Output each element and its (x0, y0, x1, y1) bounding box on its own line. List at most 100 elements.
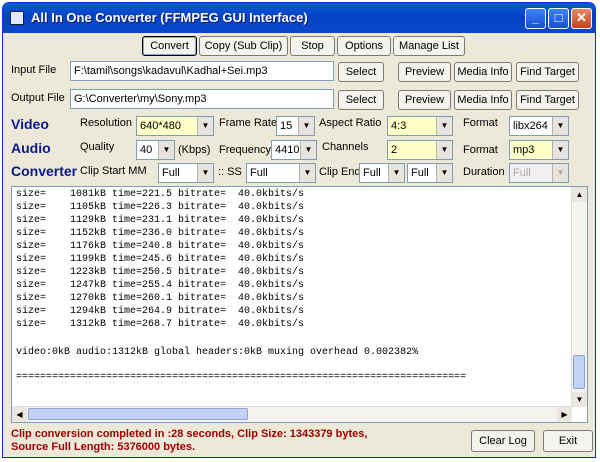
status-line-2: Source Full Length: 5376000 bytes. (11, 441, 196, 453)
channels-value: 2 (391, 144, 398, 156)
status-message: Clip conversion completed in :28 seconds… (11, 428, 483, 454)
scroll-up-icon[interactable]: ▲ (572, 187, 587, 202)
input-media-info-button[interactable]: Media Info (454, 62, 512, 82)
frequency-label: Frequency (219, 144, 271, 156)
log-line: size= 1081kB time=221.5 bitrate= 40.0kbi… (16, 189, 305, 200)
clip-start-mm-select[interactable]: Full ▼ (158, 163, 214, 183)
clip-end-mm-select[interactable]: Full ▼ (359, 163, 405, 183)
input-file-field[interactable]: F:\tamil\songs\kadavul\Kadhal+Sei.mp3 (70, 61, 334, 81)
log-line: size= 1152kB time=236.0 bitrate= 40.0kbi… (16, 228, 305, 239)
output-media-info-button[interactable]: Media Info (454, 90, 512, 110)
clip-start-mm-value: Full (162, 167, 180, 179)
log-line: size= 1312kB time=268.7 bitrate= 40.0kbi… (16, 319, 305, 330)
resolution-select[interactable]: 640*480 ▼ (136, 116, 214, 136)
duration-value: Full (513, 167, 531, 179)
options-button[interactable]: Options (337, 36, 391, 56)
log-line: size= 1129kB time=231.1 bitrate= 40.0kbi… (16, 215, 305, 226)
clip-start-ss-select[interactable]: Full ▼ (246, 163, 316, 183)
clip-start-ss-label: :: SS (218, 166, 242, 178)
audio-section-label: Audio (11, 140, 51, 156)
chevron-down-icon[interactable]: ▼ (197, 117, 213, 135)
scroll-right-icon[interactable]: ▶ (557, 407, 572, 422)
scroll-down-icon[interactable]: ▼ (572, 392, 587, 407)
resolution-value: 640*480 (140, 120, 181, 132)
aspect-ratio-label: Aspect Ratio (319, 117, 382, 129)
frame-rate-label: Frame Rate (219, 117, 278, 129)
aspect-ratio-value: 4:3 (391, 120, 407, 132)
aspect-ratio-select[interactable]: 4:3 ▼ (387, 116, 453, 136)
converter-section-label: Converter (11, 163, 78, 179)
output-file-field[interactable]: G:\Converter\my\Sony.mp3 (70, 89, 334, 109)
clip-end-label: Clip End (319, 166, 361, 178)
log-line: size= 1247kB time=255.4 bitrate= 40.0kbi… (16, 280, 305, 291)
horizontal-scroll-thumb[interactable] (28, 408, 248, 420)
convert-button[interactable]: Convert (142, 36, 197, 56)
chevron-down-icon[interactable]: ▼ (388, 164, 404, 182)
frame-rate-value: 15 (280, 120, 293, 132)
horizontal-scrollbar[interactable]: ◀ ▶ (12, 406, 572, 422)
output-select-button[interactable]: Select (338, 90, 384, 110)
audio-format-select[interactable]: mp3 ▼ (509, 140, 569, 160)
chevron-down-icon: ▼ (552, 164, 568, 182)
quality-label: Quality (80, 141, 115, 153)
clip-start-mm-label: Clip Start MM (80, 165, 147, 177)
chevron-down-icon[interactable]: ▼ (552, 117, 568, 135)
clip-end-mm-value: Full (363, 167, 381, 179)
channels-select[interactable]: 2 ▼ (387, 140, 453, 160)
chevron-down-icon[interactable]: ▼ (158, 141, 174, 159)
input-preview-button[interactable]: Preview (398, 62, 451, 82)
exit-button[interactable]: Exit (543, 430, 593, 452)
status-line-1: Clip conversion completed in :28 seconds… (11, 428, 368, 440)
quality-value: 40 (140, 144, 153, 156)
close-button[interactable]: ✕ (571, 8, 592, 29)
log-line: size= 1199kB time=245.6 bitrate= 40.0kbi… (16, 254, 305, 265)
manage-list-button[interactable]: Manage List (393, 36, 465, 56)
chevron-down-icon[interactable]: ▼ (436, 164, 452, 182)
stop-button[interactable]: Stop (290, 36, 335, 56)
clip-start-ss-value: Full (250, 167, 268, 179)
output-find-target-button[interactable]: Find Target (516, 90, 579, 110)
log-line: size= 1176kB time=240.8 bitrate= 40.0kbi… (16, 241, 305, 252)
video-format-value: libx264 (513, 120, 548, 132)
video-format-label: Format (463, 117, 498, 129)
clear-log-button[interactable]: Clear Log (471, 430, 535, 452)
duration-label: Duration (463, 166, 505, 178)
frequency-select[interactable]: 44100 ▼ (271, 140, 317, 160)
title-bar[interactable]: All In One Converter (FFMPEG GUI Interfa… (3, 3, 595, 33)
kbps-label: (Kbps) (178, 144, 211, 156)
video-format-select[interactable]: libx264 ▼ (509, 116, 569, 136)
log-summary: video:0kB audio:1312kB global headers:0k… (16, 347, 419, 358)
clip-end-ss-select[interactable]: Full ▼ (407, 163, 453, 183)
frame-rate-select[interactable]: 15 ▼ (276, 116, 315, 136)
vertical-scrollbar[interactable]: ▲ ▼ (571, 187, 587, 407)
chevron-down-icon[interactable]: ▼ (298, 117, 314, 135)
output-preview-button[interactable]: Preview (398, 90, 451, 110)
copy-sub-clip-button[interactable]: Copy (Sub Clip) (199, 36, 288, 56)
log-line: size= 1223kB time=250.5 bitrate= 40.0kbi… (16, 267, 305, 278)
log-line: size= 1294kB time=264.9 bitrate= 40.0kbi… (16, 306, 305, 317)
chevron-down-icon[interactable]: ▼ (299, 164, 315, 182)
input-find-target-button[interactable]: Find Target (516, 62, 579, 82)
chevron-down-icon[interactable]: ▼ (436, 141, 452, 159)
window-title: All In One Converter (FFMPEG GUI Interfa… (31, 10, 308, 25)
video-section-label: Video (11, 116, 49, 132)
log-line: size= 1270kB time=260.1 bitrate= 40.0kbi… (16, 293, 305, 304)
input-file-label: Input File (11, 64, 57, 76)
clip-end-ss-value: Full (411, 167, 429, 179)
maximize-button[interactable]: □ (548, 8, 569, 29)
quality-select[interactable]: 40 ▼ (136, 140, 175, 160)
chevron-down-icon[interactable]: ▼ (300, 141, 316, 159)
chevron-down-icon[interactable]: ▼ (197, 164, 213, 182)
minimize-button[interactable]: _ (525, 8, 546, 29)
log-output[interactable]: size= 1081kB time=221.5 bitrate= 40.0kbi… (11, 186, 588, 423)
vertical-scroll-thumb[interactable] (573, 355, 585, 389)
scroll-left-icon[interactable]: ◀ (12, 407, 27, 422)
chevron-down-icon[interactable]: ▼ (552, 141, 568, 159)
output-file-label: Output File (11, 92, 65, 104)
app-icon (10, 11, 24, 25)
input-select-button[interactable]: Select (338, 62, 384, 82)
audio-format-value: mp3 (513, 144, 535, 156)
chevron-down-icon[interactable]: ▼ (436, 117, 452, 135)
main-window: All In One Converter (FFMPEG GUI Interfa… (2, 2, 596, 458)
log-line: size= 1105kB time=226.3 bitrate= 40.0kbi… (16, 202, 305, 213)
